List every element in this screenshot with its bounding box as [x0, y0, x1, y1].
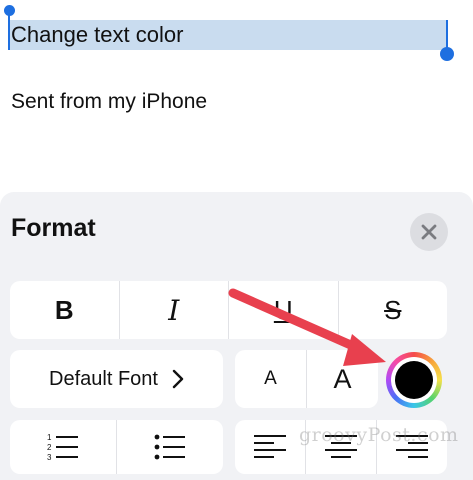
small-a-label: A [264, 368, 277, 389]
align-left-button[interactable] [235, 420, 306, 474]
panel-title: Format [11, 214, 96, 242]
italic-button[interactable]: I [120, 281, 229, 339]
align-left-icon [254, 435, 286, 458]
selected-color-swatch [395, 361, 433, 399]
close-button[interactable] [410, 213, 448, 251]
compose-area[interactable]: Change text color Sent from my iPhone [0, 0, 473, 190]
bold-button[interactable]: B [10, 281, 120, 339]
watermark: groovyPost.com [299, 424, 459, 446]
underline-button[interactable]: U [229, 281, 339, 339]
decrease-font-size-button[interactable]: A [235, 350, 307, 408]
numbered-list-button[interactable]: 1 2 3 [10, 420, 117, 474]
bulleted-list-icon [154, 434, 185, 460]
list-style-group: 1 2 3 [10, 420, 223, 474]
bold-label: B [54, 294, 74, 325]
italic-label: I [168, 293, 180, 327]
underline-label: U [273, 294, 293, 325]
svg-text:3: 3 [47, 453, 52, 462]
large-a-label: A [333, 363, 352, 394]
text-color-button[interactable] [386, 352, 442, 408]
font-size-group: A A [235, 350, 378, 408]
selection-end-handle[interactable] [440, 47, 454, 61]
increase-font-size-button[interactable]: A [307, 350, 378, 408]
svg-text:2: 2 [47, 443, 52, 452]
email-signature[interactable]: Sent from my iPhone [11, 89, 207, 115]
font-picker-button[interactable]: Default Font [10, 350, 223, 408]
text-style-group: B I U S [10, 281, 447, 339]
numbered-list-icon: 1 2 3 [47, 433, 78, 462]
svg-text:1: 1 [47, 433, 52, 442]
selection-start-caret[interactable] [8, 14, 10, 50]
chevron-right-icon [172, 369, 184, 389]
close-icon [421, 224, 437, 240]
strikethrough-label: S [384, 294, 402, 325]
selected-text[interactable]: Change text color [11, 21, 183, 49]
color-ring-inner [391, 357, 437, 403]
bulleted-list-button[interactable] [117, 420, 223, 474]
strikethrough-button[interactable]: S [339, 281, 448, 339]
font-picker-label: Default Font [49, 367, 158, 390]
